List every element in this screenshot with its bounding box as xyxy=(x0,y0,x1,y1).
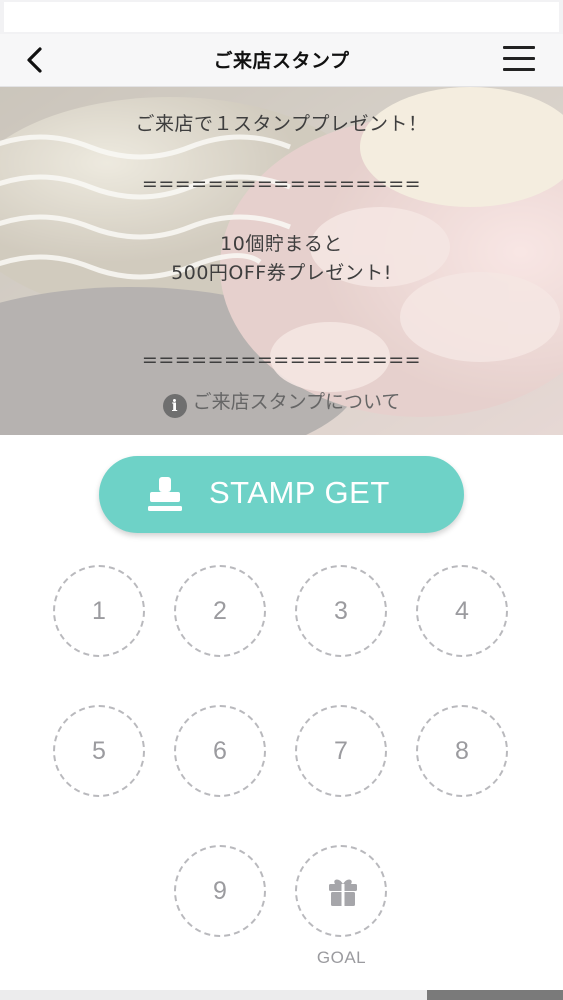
status-bar-area xyxy=(4,2,559,32)
hero-line-3: 500円OFF券プレゼント! xyxy=(171,262,392,284)
stamp-slot-4: 4 xyxy=(416,565,508,657)
navigation-bar: ご来店スタンプ xyxy=(0,34,563,87)
stamp-get-button[interactable]: STAMP GET xyxy=(99,456,464,533)
hamburger-line xyxy=(503,57,535,60)
stamp-get-label: STAMP GET xyxy=(209,475,390,510)
bottom-bar-indicator xyxy=(427,990,563,1000)
hero-banner: ご来店で１スタンププレゼント！ ================= 10個貯まる… xyxy=(0,87,563,435)
gift-icon xyxy=(329,879,357,906)
menu-button[interactable] xyxy=(503,46,535,72)
hero-line-1: ご来店で１スタンププレゼント！ xyxy=(135,113,428,135)
stamp-slot-2: 2 xyxy=(174,565,266,657)
page-title: ご来店スタンプ xyxy=(213,50,350,72)
stamp-slot-8: 8 xyxy=(416,705,508,797)
hamburger-menu-icon xyxy=(503,46,535,49)
stamp-slot-goal xyxy=(295,845,387,937)
stamp-slot-3: 3 xyxy=(295,565,387,657)
hamburger-line xyxy=(503,68,535,71)
status-bar xyxy=(0,0,563,34)
stamp-info-label: ご来店スタンプについて xyxy=(192,391,401,413)
hero-separator-bottom: ================= xyxy=(141,349,422,371)
stamp-info-link[interactable]: i ご来店スタンプについて xyxy=(0,387,563,418)
stamp-slot-7: 7 xyxy=(295,705,387,797)
stamp-slot-9: 9 xyxy=(174,845,266,937)
hero-separator-top: ================= xyxy=(141,173,422,195)
bottom-bar xyxy=(0,990,427,1000)
stamp-slot-5: 5 xyxy=(53,705,145,797)
stamp-icon xyxy=(148,477,182,511)
goal-label: GOAL xyxy=(316,948,367,967)
stamp-slot-1: 1 xyxy=(53,565,145,657)
hero-line-2: 10個貯まると xyxy=(220,233,343,255)
stamp-slot-6: 6 xyxy=(174,705,266,797)
info-icon: i xyxy=(162,394,187,418)
